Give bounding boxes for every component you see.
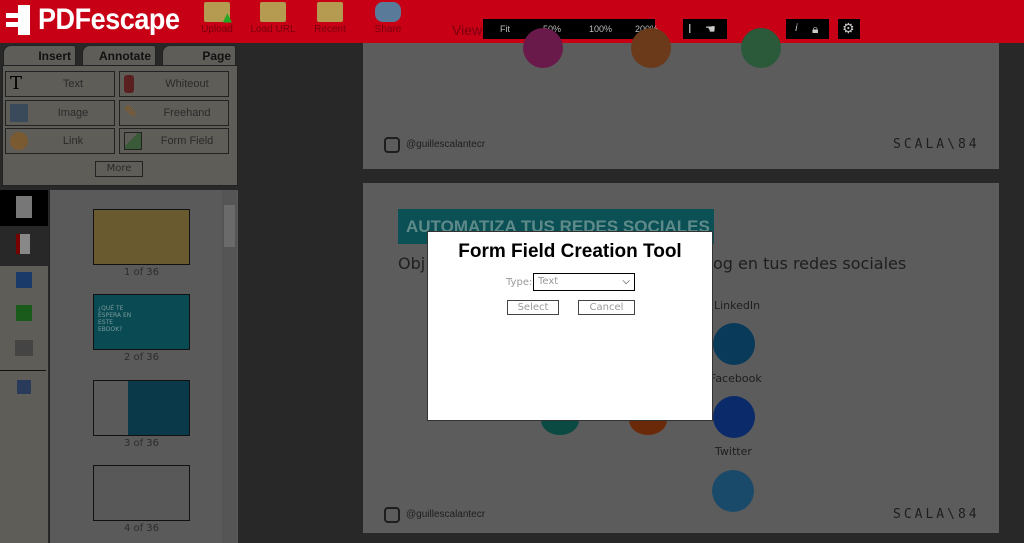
- link-globe-icon: [10, 132, 28, 150]
- cancel-button[interactable]: Cancel: [578, 300, 635, 315]
- whiteout-icon: [124, 75, 134, 93]
- twitter-icon: [712, 470, 754, 512]
- lock-icon[interactable]: 🔒︎: [812, 19, 818, 39]
- tool-text[interactable]: T Text: [5, 71, 115, 97]
- page-thumbnail-2[interactable]: ¿QUÉ TE ESPERA EN ESTE EBOOK?: [93, 294, 190, 350]
- pages-view-button[interactable]: [0, 190, 48, 226]
- cursor-tools: I ☚: [683, 19, 727, 39]
- view-label: View: [452, 22, 483, 38]
- dialog-title: Form Field Creation Tool: [458, 241, 682, 262]
- logo-mark-icon: [6, 5, 32, 35]
- users-icon: [375, 2, 401, 22]
- form-field-dialog: Form Field Creation Tool Type: Text ⌵ Sel…: [427, 231, 713, 421]
- download-icon[interactable]: [16, 305, 32, 321]
- tool-form-field[interactable]: Form Field: [119, 128, 229, 154]
- folder-clock-icon: [317, 2, 343, 22]
- bookmark-icon: [16, 234, 30, 254]
- info-icon[interactable]: i: [795, 19, 798, 39]
- page-thumbnail-1[interactable]: [93, 209, 190, 265]
- facebook-icon: [713, 396, 755, 438]
- linkedin-icon: [713, 323, 755, 365]
- thumbnail-caption: 2 of 36: [123, 352, 160, 363]
- top-bar: PDFescape ▲ Upload Load URL Recent Share …: [0, 0, 1024, 43]
- type-label: Type:: [506, 277, 533, 288]
- upload-button[interactable]: ▲ Upload: [189, 0, 245, 35]
- tab-insert[interactable]: Insert: [3, 45, 76, 66]
- bookmarks-button[interactable]: [0, 226, 48, 266]
- pencil-icon: ✎: [124, 104, 138, 121]
- save-icon[interactable]: [16, 272, 32, 288]
- settings-box: ⚙: [838, 19, 860, 39]
- page-thumbnail-3[interactable]: [93, 380, 190, 436]
- tab-page[interactable]: Page: [162, 45, 236, 66]
- pages-icon: [16, 196, 32, 218]
- thumbnail-caption: 3 of 36: [123, 438, 160, 449]
- image-add-icon: [10, 104, 28, 122]
- tool-whiteout[interactable]: Whiteout: [119, 71, 229, 97]
- print-icon[interactable]: [15, 340, 33, 356]
- chevron-down-icon: ⌵: [622, 276, 630, 287]
- select-button[interactable]: Select: [507, 300, 559, 315]
- share-button[interactable]: Share: [360, 0, 416, 35]
- instagram-icon: [384, 137, 400, 153]
- insert-tools-panel: T Text Whiteout Image ✎ Freehand Link Form…: [2, 65, 238, 186]
- tab-annotate[interactable]: Annotate: [82, 45, 156, 66]
- load-url-button[interactable]: Load URL: [245, 0, 301, 35]
- document-page: @guillescalantecr SCALA\84: [363, 28, 999, 169]
- instagram-icon: [384, 507, 400, 523]
- thumbnail-caption: 1 of 36: [123, 267, 160, 278]
- tool-image[interactable]: Image: [5, 100, 115, 126]
- type-select[interactable]: Text ⌵: [533, 273, 635, 291]
- form-field-icon: [124, 132, 142, 150]
- scrollbar-thumb[interactable]: [224, 205, 235, 247]
- text-cursor-icon[interactable]: I: [688, 19, 692, 39]
- tool-freehand[interactable]: ✎ Freehand: [119, 100, 229, 126]
- gear-icon[interactable]: ⚙: [842, 19, 855, 39]
- pdfescape-logo[interactable]: PDFescape: [6, 2, 195, 38]
- thumbnail-panel: 1 of 36 ¿QUÉ TE ESPERA EN ESTE EBOOK? 2 …: [49, 190, 238, 543]
- more-button[interactable]: More: [95, 161, 143, 177]
- recent-button[interactable]: Recent: [302, 0, 358, 35]
- text-T-icon: T: [10, 73, 23, 94]
- thumbnail-caption: 4 of 36: [123, 523, 160, 534]
- page-layout-icon[interactable]: [17, 380, 31, 394]
- zoom-100[interactable]: 100%: [589, 19, 612, 39]
- folder-link-icon: [260, 2, 286, 22]
- hand-icon[interactable]: ☚: [705, 19, 716, 39]
- sidebar-strip: [0, 190, 48, 543]
- folder-upload-icon: ▲: [204, 2, 232, 24]
- zoom-fit[interactable]: Fit: [500, 19, 510, 39]
- zoom-bar: Fit 50% 100% 200%: [483, 19, 658, 39]
- info-lock-tools: i 🔒︎: [786, 19, 829, 39]
- page-thumbnail-4[interactable]: [93, 465, 190, 521]
- tool-link[interactable]: Link: [5, 128, 115, 154]
